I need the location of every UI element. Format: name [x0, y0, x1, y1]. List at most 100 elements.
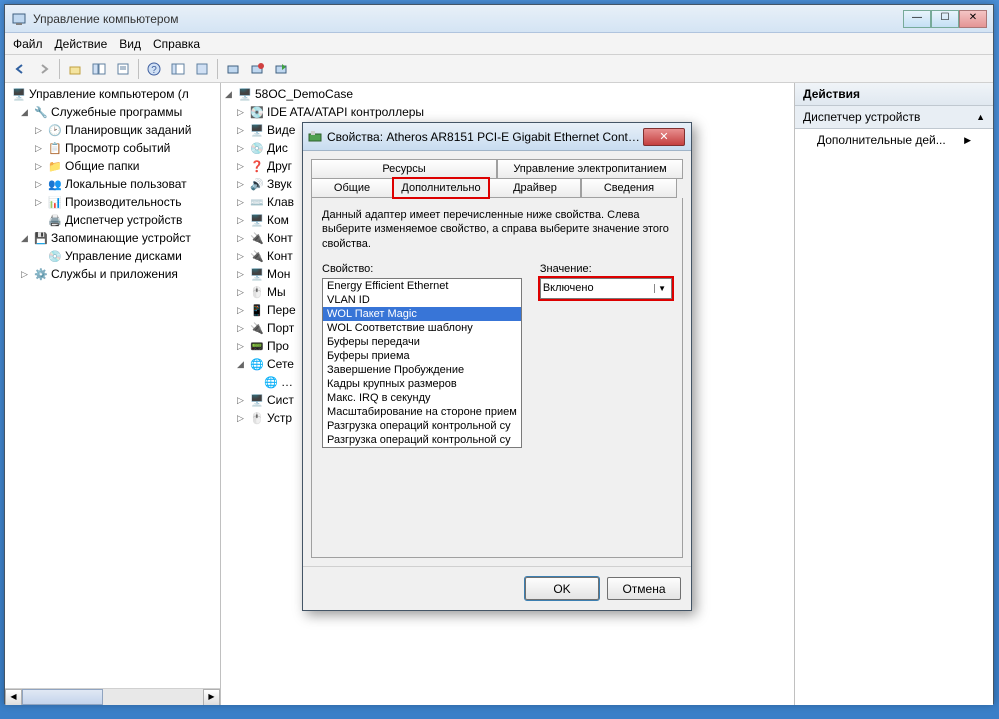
expander-icon[interactable]: ▷ [237, 287, 247, 298]
expander-icon[interactable]: ▷ [237, 233, 247, 244]
storage-icon: 💾 [33, 230, 49, 246]
tab-advanced[interactable]: Дополнительно [393, 178, 489, 198]
expander-icon[interactable]: ▷ [237, 107, 247, 118]
tree-root[interactable]: 🖥️Управление компьютером (л [5, 85, 220, 103]
tree-storage[interactable]: ◢💾Запоминающие устройст [5, 229, 220, 247]
property-item[interactable]: Масштабирование на стороне прием [323, 405, 521, 419]
back-button[interactable] [9, 58, 31, 80]
uninstall-button[interactable] [246, 58, 268, 80]
expander-icon[interactable]: ▷ [237, 305, 247, 316]
expander-icon[interactable]: ▷ [237, 269, 247, 280]
expander-icon[interactable]: ▷ [237, 341, 247, 352]
forward-button[interactable] [33, 58, 55, 80]
expander-icon[interactable]: ▷ [35, 161, 45, 172]
property-item[interactable]: VLAN ID [323, 293, 521, 307]
dialog-close-button[interactable]: ✕ [643, 128, 685, 146]
tree-performance[interactable]: ▷📊Производительность [5, 193, 220, 211]
tab-driver[interactable]: Драйвер [489, 178, 581, 198]
expander-icon[interactable]: ▷ [35, 179, 45, 190]
property-item[interactable]: Буферы приема [323, 349, 521, 363]
tree-task-scheduler[interactable]: ▷🕑Планировщик заданий [5, 121, 220, 139]
device-list-button[interactable] [167, 58, 189, 80]
ok-button[interactable]: OK [525, 577, 599, 600]
menu-help[interactable]: Справка [153, 37, 200, 51]
scroll-right-button[interactable]: ▶ [203, 689, 220, 705]
tab-power[interactable]: Управление электропитанием [497, 159, 683, 179]
tree-services[interactable]: ▷⚙️Службы и приложения [5, 265, 220, 283]
device-tree-button[interactable] [191, 58, 213, 80]
tree-local-users[interactable]: ▷👥Локальные пользоват [5, 175, 220, 193]
tree-event-viewer[interactable]: ▷📋Просмотр событий [5, 139, 220, 157]
expander-icon[interactable]: ▷ [237, 413, 247, 424]
tab-general[interactable]: Общие [311, 178, 393, 198]
menu-view[interactable]: Вид [119, 37, 141, 51]
expander-icon[interactable]: ▷ [21, 269, 31, 280]
menu-file[interactable]: Файл [13, 37, 43, 51]
expander-icon[interactable]: ▷ [237, 143, 247, 154]
expander-icon[interactable]: ▷ [237, 395, 247, 406]
expander-icon[interactable]: ▷ [237, 179, 247, 190]
dialog-title: Свойства: Atheros AR8151 PCI-E Gigabit E… [327, 130, 643, 144]
expander-icon[interactable]: ▷ [237, 125, 247, 136]
computer-icon: 🖥️ [11, 86, 27, 102]
property-item[interactable]: Разгрузка операций контрольной су [323, 433, 521, 447]
expander-icon[interactable]: ▷ [237, 251, 247, 262]
show-hide-tree-button[interactable] [88, 58, 110, 80]
tree-system-tools[interactable]: ◢🔧Служебные программы [5, 103, 220, 121]
expander-icon[interactable]: ▷ [35, 197, 45, 208]
tree-disk-mgmt[interactable]: 💿Управление дисками [5, 247, 220, 265]
computer-icon: 🖥️ [249, 212, 265, 228]
actions-header: Действия [795, 83, 993, 106]
properties-button[interactable] [112, 58, 134, 80]
property-item[interactable]: Кадры крупных размеров [323, 377, 521, 391]
maximize-button[interactable]: ☐ [931, 10, 959, 28]
property-item[interactable]: WOL Пакет Magic [323, 307, 521, 321]
scroll-thumb[interactable] [22, 689, 103, 705]
cancel-button[interactable]: Отмена [607, 577, 681, 600]
actions-section[interactable]: Диспетчер устройств ▲ [795, 106, 993, 129]
menu-action[interactable]: Действие [55, 37, 108, 51]
property-item[interactable]: Разгрузка операций контрольной су [323, 447, 521, 448]
sound-icon: 🔊 [249, 176, 265, 192]
property-list[interactable]: Energy Efficient EthernetVLAN IDWOL Паке… [322, 278, 522, 448]
property-item[interactable]: Energy Efficient Ethernet [323, 279, 521, 293]
update-driver-button[interactable] [270, 58, 292, 80]
property-item[interactable]: Завершение Пробуждение [323, 363, 521, 377]
tab-details[interactable]: Сведения [581, 178, 677, 198]
device-ide[interactable]: ▷💽IDE ATA/ATAPI контроллеры [221, 103, 794, 121]
tab-resources[interactable]: Ресурсы [311, 159, 497, 179]
keyboard-icon: ⌨️ [249, 194, 265, 210]
unknown-icon: ❓ [249, 158, 265, 174]
expander-icon[interactable]: ◢ [21, 233, 31, 244]
scroll-track[interactable] [22, 689, 203, 705]
up-button[interactable] [64, 58, 86, 80]
portable-icon: 📱 [249, 302, 265, 318]
property-item[interactable]: Буферы передачи [323, 335, 521, 349]
minimize-button[interactable]: — [903, 10, 931, 28]
property-item[interactable]: Разгрузка операций контрольной су [323, 419, 521, 433]
titlebar: Управление компьютером — ☐ ✕ [5, 5, 993, 33]
device-root[interactable]: ◢🖥️58OC_DemoCase [221, 85, 794, 103]
expander-icon[interactable]: ▷ [35, 143, 45, 154]
expander-icon[interactable]: ▷ [237, 323, 247, 334]
close-button[interactable]: ✕ [959, 10, 987, 28]
dialog-titlebar[interactable]: Свойства: Atheros AR8151 PCI-E Gigabit E… [303, 123, 691, 151]
property-item[interactable]: WOL Соответствие шаблону [323, 321, 521, 335]
scan-hardware-button[interactable] [222, 58, 244, 80]
expander-icon[interactable]: ▷ [237, 197, 247, 208]
scrollbar-horizontal[interactable]: ◀ ▶ [5, 688, 220, 705]
property-item[interactable]: Макс. IRQ в секунду [323, 391, 521, 405]
help-button[interactable]: ? [143, 58, 165, 80]
actions-panel: Действия Диспетчер устройств ▲ Дополните… [795, 83, 993, 705]
expander-icon[interactable]: ▷ [237, 161, 247, 172]
value-select[interactable]: Включено ▼ [540, 278, 672, 299]
expander-icon[interactable]: ▷ [35, 125, 45, 136]
expander-icon[interactable]: ◢ [21, 107, 31, 118]
tree-shared-folders[interactable]: ▷📁Общие папки [5, 157, 220, 175]
actions-more[interactable]: Дополнительные дей... ▶ [795, 129, 993, 151]
scroll-left-button[interactable]: ◀ [5, 689, 22, 705]
expander-icon[interactable]: ◢ [225, 89, 235, 100]
expander-icon[interactable]: ▷ [237, 215, 247, 226]
expander-icon[interactable]: ◢ [237, 359, 247, 370]
tree-device-manager[interactable]: 🖨️Диспетчер устройств [5, 211, 220, 229]
